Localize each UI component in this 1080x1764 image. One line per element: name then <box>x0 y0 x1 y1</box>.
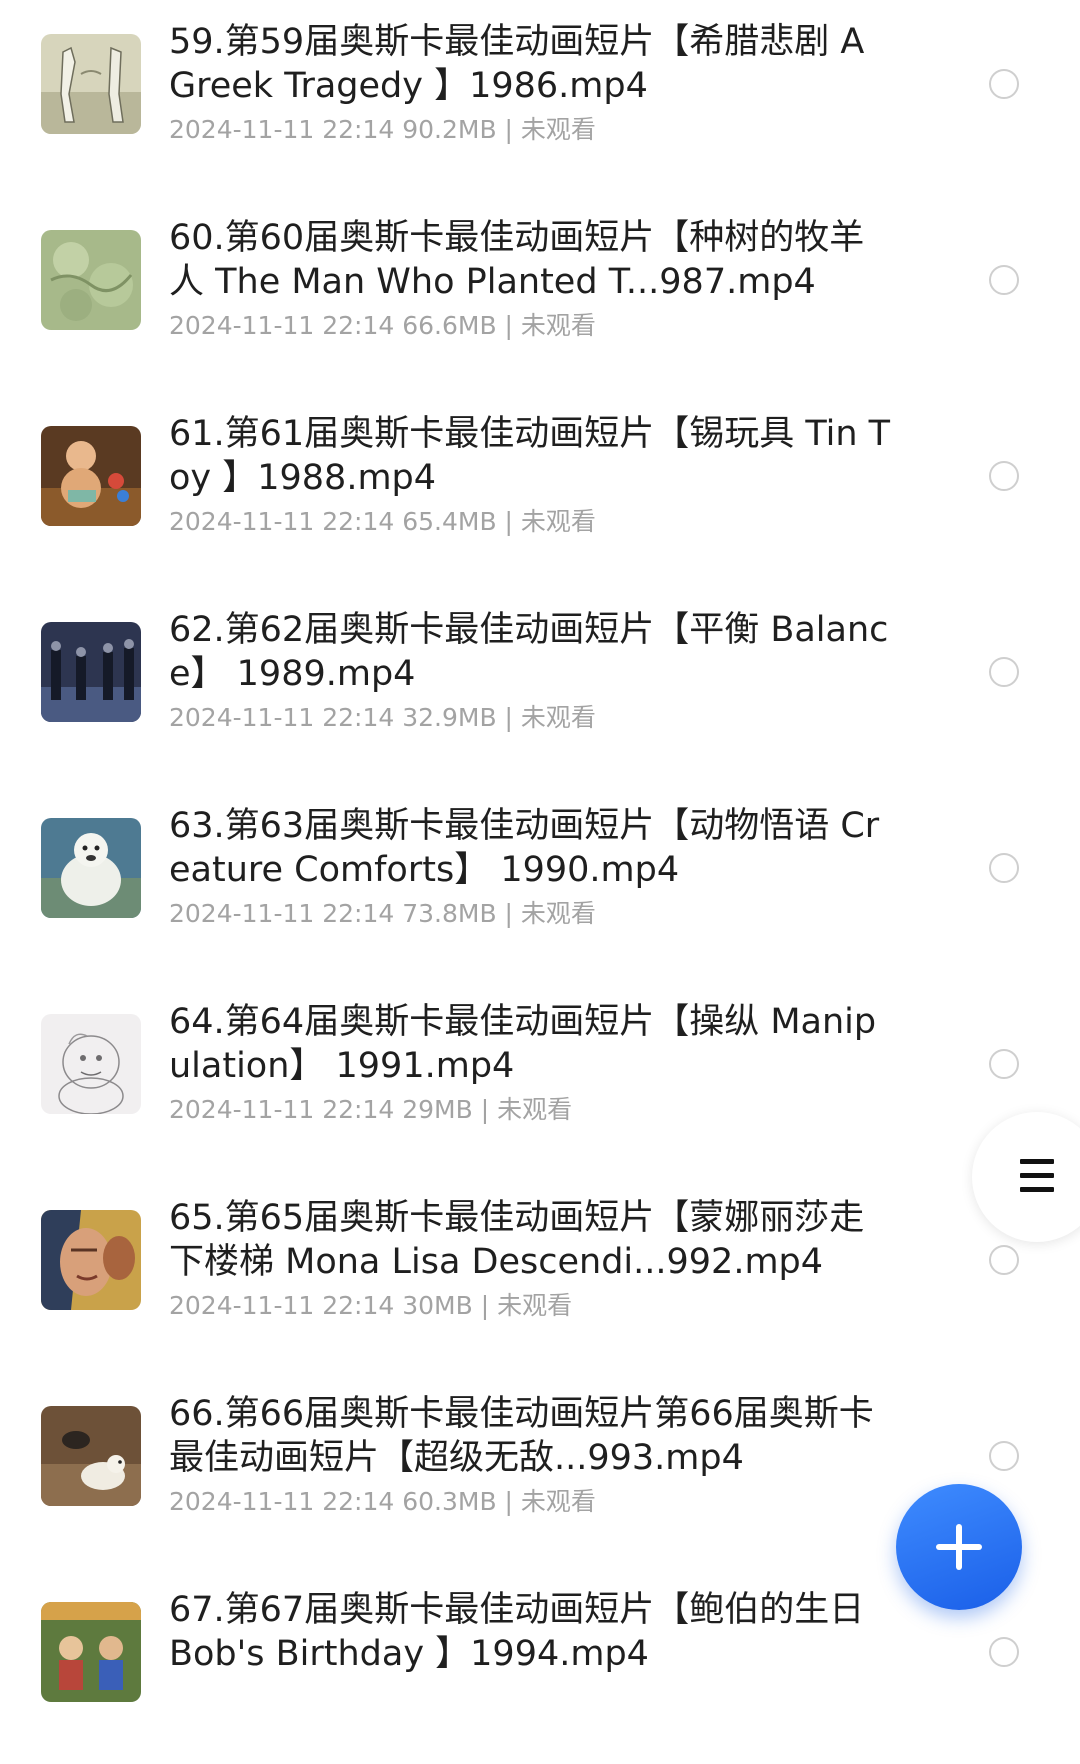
video-thumbnail[interactable] <box>41 1406 141 1506</box>
video-thumbnail[interactable] <box>41 34 141 134</box>
file-title: 61.第61届奥斯卡最佳动画短片【锡玩具 Tin Toy 】1988.mp4 <box>169 414 891 498</box>
file-title: 62.第62届奥斯卡最佳动画短片【平衡 Balance】 1989.mp4 <box>169 610 889 694</box>
select-radio[interactable] <box>989 853 1019 883</box>
file-meta: 2024-11-11 22:14 66.6MB | 未观看 <box>169 311 596 340</box>
file-meta: 2024-11-11 22:14 65.4MB | 未观看 <box>169 507 596 536</box>
file-meta: 2024-11-11 22:14 32.9MB | 未观看 <box>169 703 596 732</box>
file-meta: 2024-11-11 22:14 60.3MB | 未观看 <box>169 1487 596 1516</box>
list-item[interactable]: 61.第61届奥斯卡最佳动画短片【锡玩具 Tin Toy 】1988.mp4 2… <box>0 392 1080 588</box>
file-title: 59.第59届奥斯卡最佳动画短片【希腊悲剧 A Greek Tragedy 】1… <box>169 22 865 106</box>
video-thumbnail[interactable] <box>41 818 141 918</box>
file-meta: 2024-11-11 22:14 30MB | 未观看 <box>169 1291 573 1320</box>
file-title: 65.第65届奥斯卡最佳动画短片【蒙娜丽莎走下楼梯 Mona Lisa Desc… <box>169 1198 865 1282</box>
file-meta: 2024-11-11 22:14 90.2MB | 未观看 <box>169 115 596 144</box>
select-radio[interactable] <box>989 265 1019 295</box>
video-thumbnail[interactable] <box>41 1602 141 1702</box>
list-item[interactable]: 64.第64届奥斯卡最佳动画短片【操纵 Manipulation】 1991.m… <box>0 980 1080 1176</box>
file-meta: 2024-11-11 22:14 29MB | 未观看 <box>169 1095 573 1124</box>
file-meta: 2024-11-11 22:14 73.8MB | 未观看 <box>169 899 596 928</box>
select-radio[interactable] <box>989 461 1019 491</box>
select-radio[interactable] <box>989 1441 1019 1471</box>
list-item[interactable]: 65.第65届奥斯卡最佳动画短片【蒙娜丽莎走下楼梯 Mona Lisa Desc… <box>0 1176 1080 1372</box>
select-radio[interactable] <box>989 657 1019 687</box>
file-list: 59.第59届奥斯卡最佳动画短片【希腊悲剧 A Greek Tragedy 】1… <box>0 0 1080 1702</box>
list-item[interactable]: 60.第60届奥斯卡最佳动画短片【种树的牧羊人 The Man Who Plan… <box>0 196 1080 392</box>
video-thumbnail[interactable] <box>41 426 141 526</box>
select-radio[interactable] <box>989 1245 1019 1275</box>
list-item[interactable]: 67.第67届奥斯卡最佳动画短片【鲍伯的生日 Bob's Birthday 】1… <box>0 1568 1080 1764</box>
list-item[interactable]: 63.第63届奥斯卡最佳动画短片【动物悟语 Creature Comforts】… <box>0 784 1080 980</box>
file-title: 67.第67届奥斯卡最佳动画短片【鲍伯的生日 Bob's Birthday 】1… <box>169 1590 865 1674</box>
select-radio[interactable] <box>989 1637 1019 1667</box>
video-thumbnail[interactable] <box>41 622 141 722</box>
file-title: 66.第66届奥斯卡最佳动画短片第66届奥斯卡最佳动画短片【超级无敌...993… <box>169 1394 874 1478</box>
video-thumbnail[interactable] <box>41 230 141 330</box>
select-radio[interactable] <box>989 1049 1019 1079</box>
video-thumbnail[interactable] <box>41 1210 141 1310</box>
file-title: 60.第60届奥斯卡最佳动画短片【种树的牧羊人 The Man Who Plan… <box>169 218 865 302</box>
file-title: 63.第63届奥斯卡最佳动画短片【动物悟语 Creature Comforts】… <box>169 806 880 890</box>
list-item[interactable]: 62.第62届奥斯卡最佳动画短片【平衡 Balance】 1989.mp4 20… <box>0 588 1080 784</box>
file-title: 64.第64届奥斯卡最佳动画短片【操纵 Manipulation】 1991.m… <box>169 1002 877 1086</box>
video-thumbnail[interactable] <box>41 1014 141 1114</box>
list-item[interactable]: 59.第59届奥斯卡最佳动画短片【希腊悲剧 A Greek Tragedy 】1… <box>0 0 1080 196</box>
select-radio[interactable] <box>989 69 1019 99</box>
add-button[interactable] <box>896 1484 1022 1610</box>
